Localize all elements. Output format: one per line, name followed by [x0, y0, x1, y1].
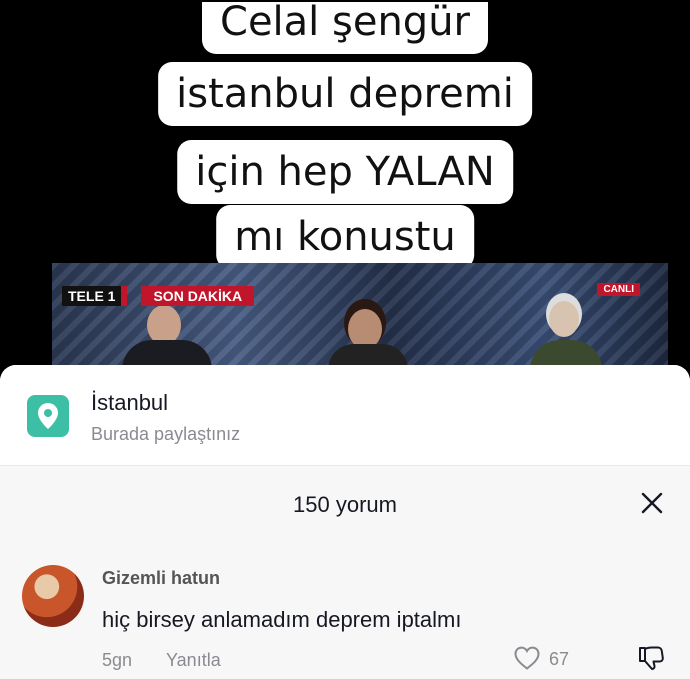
guest-2-head [549, 301, 579, 337]
tv-lower-bar: TELE 1 SON DAKİKA [62, 286, 255, 306]
caption-line-2: istanbul depremi [158, 62, 532, 126]
avatar[interactable] [22, 565, 84, 627]
caption-line-3: için hep YALAN [177, 140, 513, 204]
location-name: İstanbul [91, 390, 169, 415]
caption-line-4: mı konustu [216, 205, 474, 269]
comments-count-title: 150 yorum [293, 492, 397, 517]
location-row[interactable]: İstanbul Burada paylaştınız [0, 365, 690, 465]
location-pin-icon [27, 395, 69, 437]
comment-time: 5gn [102, 650, 133, 670]
breaking-news-banner: SON DAKİKA [141, 286, 255, 306]
channel-logo: TELE 1 [62, 286, 122, 306]
tv-broadcast-frame: TELE 1 SON DAKİKA CANLI [52, 263, 668, 370]
like-count: 67 [549, 649, 570, 669]
caption-line-1: Celal şengür [202, 2, 488, 54]
comments-sheet: İstanbul Burada paylaştınız 150 yorum Gi… [0, 365, 690, 679]
host-head [348, 309, 382, 349]
thumbs-down-icon[interactable] [636, 643, 666, 673]
live-badge: CANLI [597, 283, 640, 296]
guest-1-head [147, 305, 181, 345]
heart-icon[interactable] [512, 643, 542, 673]
reply-button[interactable]: Yanıtla [166, 650, 221, 671]
location-subtitle: Burada paylaştınız [91, 424, 241, 444]
comment-username[interactable]: Gizemli hatun [102, 568, 220, 589]
channel-logo-mark [121, 286, 128, 306]
comment-text: hiç birsey anlamadım deprem iptalmı [102, 607, 462, 632]
close-icon[interactable] [640, 491, 664, 515]
video-player[interactable]: Celal şengür istanbul depremi için hep Y… [0, 0, 690, 370]
